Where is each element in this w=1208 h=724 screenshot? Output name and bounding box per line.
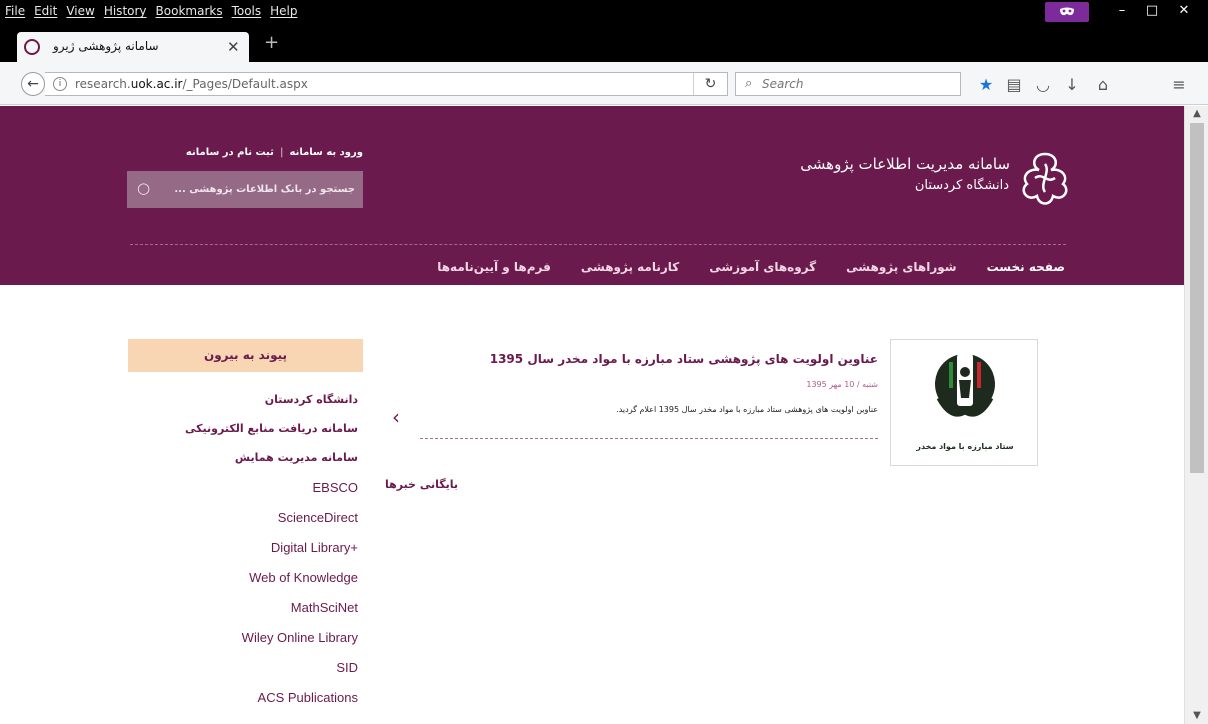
nav-research-councils[interactable]: شوراهای پژوهشی [846,260,956,282]
home-icon[interactable]: ⌂ [1092,74,1114,96]
header-divider [130,244,1066,245]
news-title[interactable]: عناوین اولویت های پژوهشی ستاد مبارزه با … [420,352,878,366]
site-info-icon[interactable]: i [53,77,67,91]
menu-bookmarks[interactable]: Bookmarks [156,4,223,18]
news-archive-link[interactable]: بایگانی خبرها [378,478,458,491]
menu-edit[interactable]: Edit [34,4,57,18]
nav-departments[interactable]: گروه‌های آموزشی [709,260,816,282]
menu-file[interactable]: File [5,4,25,18]
menu-help[interactable]: Help [270,4,297,18]
link-sid[interactable]: SID [128,660,358,690]
link-sciencedirect[interactable]: ScienceDirect [128,510,358,540]
site-favicon-icon [24,39,40,55]
login-link[interactable]: ورود به سامانه [290,147,363,158]
close-window-icon[interactable]: ✕ [1172,0,1196,22]
page-scrollbar[interactable]: ▲ ▼ [1184,106,1208,724]
link-mathscinet[interactable]: MathSciNet [128,600,358,630]
hamburger-menu-icon[interactable]: ≡ [1168,74,1190,96]
scroll-up-icon[interactable]: ▲ [1185,106,1208,122]
news-date: شنبه / 10 مهر 1395 [806,380,878,389]
scroll-down-icon[interactable]: ▼ [1185,708,1208,724]
url-prefix: research. [75,77,131,91]
site-header: سامانه مدیریت اطلاعات پژوهشی دانشگاه کرد… [0,106,1184,285]
external-links-heading: پیوند به بیرون [128,339,363,372]
navigation-toolbar: ← i research.uok.ac.ir/_Pages/Default.as… [0,62,1208,105]
new-tab-icon[interactable]: + [264,32,279,53]
site-search-input[interactable] [175,180,355,198]
account-links: ورود به سامانه | ثبت نام در سامانه [127,147,363,158]
browser-tab[interactable]: سامانه پژوهشی ژیرو ✕ [17,32,249,62]
url-bar[interactable]: i research.uok.ac.ir/_Pages/Default.aspx… [45,72,728,96]
search-icon[interactable]: ○ [137,179,150,197]
minimize-icon[interactable]: – [1110,0,1134,22]
news-divider [420,438,878,439]
maximize-icon[interactable]: □ [1140,0,1164,22]
main-nav: صفحه نخست شوراهای پژوهشی گروه‌های آموزشی… [420,260,1065,282]
download-icon[interactable]: ↓ [1061,74,1083,96]
anti-narcotics-emblem-icon [935,354,995,417]
site-subtitle: دانشگاه کردستان [914,178,1009,193]
link-acs[interactable]: ACS Publications [128,690,358,720]
register-link[interactable]: ثبت نام در سامانه [186,147,274,158]
news-summary: عناوین اولویت های پژوهشی ستاد مبارزه با … [616,405,878,414]
menu-view[interactable]: View [66,4,94,18]
scrollbar-thumb[interactable] [1190,123,1204,473]
link-uok[interactable]: دانشگاه کردستان [128,393,358,422]
reload-icon[interactable]: ↻ [693,73,727,95]
search-icon: ⌕ [745,76,753,91]
browser-search-box[interactable]: ⌕ [735,72,961,96]
url-path: /_Pages/Default.aspx [182,77,308,91]
nav-home[interactable]: صفحه نخست [987,260,1065,282]
url-domain: uok.ac.ir [130,77,183,91]
chevron-left-icon[interactable]: ‹ [392,405,400,429]
private-mask-icon [1045,2,1089,22]
reading-list-icon[interactable]: ▤ [1003,74,1025,96]
link-web-of-knowledge[interactable]: Web of Knowledge [128,570,358,600]
menu-tools[interactable]: Tools [232,4,262,18]
external-links-list: دانشگاه کردستان سامانه دریافت منابع الکت… [128,393,358,720]
university-logo-icon [1022,152,1068,205]
menu-bar: File Edit View History Bookmarks Tools H… [0,0,1208,22]
site-title: سامانه مدیریت اطلاعات پژوهشی [800,155,1010,173]
site-search-box[interactable]: ○ [127,171,363,208]
tab-strip: سامانه پژوهشی ژیرو ✕ [0,22,1208,62]
page-viewport: سامانه مدیریت اطلاعات پژوهشی دانشگاه کرد… [0,106,1184,724]
nav-research-record[interactable]: کارنامه پژوهشی [581,260,679,282]
link-digital-library[interactable]: Digital Library+ [128,540,358,570]
news-thumbnail-caption: ستاد مبارزه با مواد مخدر [916,442,1014,451]
bookmark-star-icon[interactable]: ★ [975,74,997,96]
url-text: research.uok.ac.ir/_Pages/Default.aspx [75,77,308,91]
back-arrow-icon[interactable]: ← [21,72,45,96]
news-thumbnail[interactable]: ستاد مبارزه با مواد مخدر [890,339,1038,466]
nav-forms[interactable]: فرم‌ها و آیین‌نامه‌ها [437,260,551,282]
link-conference[interactable]: سامانه مدیریت همایش [128,451,358,480]
tab-close-icon[interactable]: ✕ [227,38,240,56]
browser-search-input[interactable] [762,75,952,93]
tab-title: سامانه پژوهشی ژیرو [53,39,159,53]
link-eresources[interactable]: سامانه دریافت منابع الکترونیکی [128,422,358,451]
link-ebsco[interactable]: EBSCO [128,480,358,510]
link-separator: | [279,147,284,158]
link-wiley[interactable]: Wiley Online Library [128,630,358,660]
menu-history[interactable]: History [104,4,147,18]
pocket-icon[interactable]: ◡ [1032,74,1054,96]
